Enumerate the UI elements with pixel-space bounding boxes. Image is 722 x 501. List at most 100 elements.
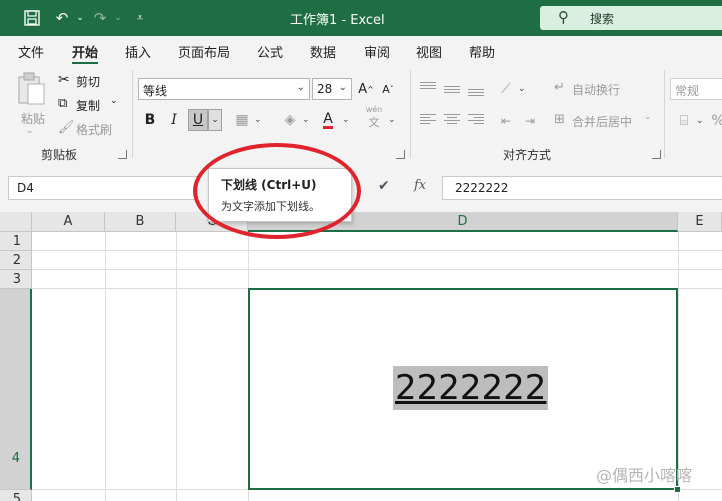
formula-bar: D4 ✔ fx 2222222	[0, 164, 722, 212]
increase-font-size-icon[interactable]: A ^	[356, 78, 376, 100]
font-color-dropdown-icon[interactable]: ⌄	[342, 115, 350, 125]
column-header-b[interactable]: B	[105, 212, 176, 232]
tab-page-layout[interactable]: 页面布局	[178, 42, 230, 61]
tab-view[interactable]: 视图	[416, 42, 442, 61]
paste-label: 粘贴	[21, 112, 46, 126]
underline-dropdown-icon[interactable]: ⌄	[208, 109, 222, 131]
formula-input[interactable]: 2222222	[442, 176, 722, 200]
font-size-select[interactable]: 28 ⌄	[312, 78, 352, 100]
search-label: 搜索	[590, 12, 615, 26]
fill-handle[interactable]	[674, 486, 681, 493]
merge-icon: ⊞	[554, 112, 565, 127]
redo-dropdown-icon[interactable]: ⌄	[108, 8, 128, 28]
paste-button[interactable]: 粘贴 ⌄	[12, 72, 48, 136]
underline-button[interactable]: U	[188, 109, 208, 131]
merge-center-button[interactable]: ⊞ 合并后居中 ⌄	[554, 112, 654, 132]
row-header-3[interactable]: 3	[0, 270, 32, 289]
decrease-font-size-icon[interactable]: Aˇ	[378, 78, 398, 100]
cut-button[interactable]: ✂ 剪切	[56, 72, 116, 90]
font-launcher-icon[interactable]	[396, 150, 405, 159]
name-box[interactable]: D4	[8, 176, 198, 200]
row-header-4[interactable]: 4	[0, 289, 32, 490]
fill-color-dropdown-icon[interactable]: ⌄	[302, 115, 310, 125]
percent-style-icon[interactable]: %	[708, 110, 722, 132]
font-name-value: 等线	[143, 84, 168, 98]
cell-d4-value: 2222222	[393, 366, 549, 410]
grid-line	[32, 269, 722, 270]
save-icon[interactable]	[22, 8, 42, 28]
format-painter-label: 格式刷	[76, 123, 113, 137]
group-divider	[132, 70, 133, 158]
tab-data[interactable]: 数据	[310, 42, 336, 61]
format-painter-button[interactable]: 🖌 格式刷	[56, 120, 122, 138]
merge-center-label: 合并后居中	[572, 115, 633, 129]
number-format-select[interactable]: 常规	[670, 78, 722, 100]
group-divider	[664, 70, 665, 158]
copy-label: 复制	[76, 99, 101, 113]
clipboard-launcher-icon[interactable]	[118, 150, 127, 159]
clipboard-group-label: 剪贴板	[41, 148, 78, 162]
ribbon: 粘贴 ⌄ ✂ 剪切 ⧉ 复制 ⌄ 🖌 格式刷 剪贴板 等线 ⌄ 28 ⌄ A ^ …	[0, 64, 722, 164]
name-box-value: D4	[17, 181, 34, 195]
grid-line	[32, 250, 722, 251]
orientation-icon[interactable]: ⟋	[496, 78, 516, 100]
row-header-5[interactable]: 5	[0, 490, 32, 501]
paintbrush-icon: 🖌	[58, 120, 75, 135]
alignment-group-label: 对齐方式	[503, 148, 552, 162]
font-name-select[interactable]: 等线 ⌄	[138, 78, 310, 100]
tab-review[interactable]: 审阅	[364, 42, 390, 61]
align-left-icon[interactable]	[420, 114, 436, 126]
align-middle-icon[interactable]	[444, 86, 460, 98]
chevron-down-icon: ⌄	[296, 82, 305, 93]
italic-button[interactable]: I	[164, 109, 184, 131]
align-right-icon[interactable]	[468, 114, 484, 126]
tab-file[interactable]: 文件	[18, 42, 44, 61]
align-bottom-icon[interactable]	[468, 89, 484, 101]
search-box[interactable]: ⚲ 搜索	[540, 6, 722, 30]
undo-dropdown-icon[interactable]: ⌄	[70, 8, 90, 28]
ribbon-tabs: 文件 开始 插入 页面布局 公式 数据 审阅 视图 帮助	[0, 36, 722, 65]
enter-check-icon[interactable]: ✔	[378, 178, 390, 194]
redo-icon[interactable]: ↷	[90, 8, 110, 28]
chevron-down-icon: ⌄	[338, 82, 347, 93]
align-center-icon[interactable]	[444, 114, 460, 126]
select-all-corner[interactable]	[0, 212, 32, 232]
undo-icon[interactable]: ↶	[52, 8, 72, 28]
customize-toolbar-icon[interactable]: ⩡	[130, 8, 150, 28]
bold-button[interactable]: B	[140, 109, 160, 131]
phonetic-dropdown-icon[interactable]: ⌄	[388, 115, 396, 125]
copy-button[interactable]: ⧉ 复制 ⌄	[56, 96, 122, 114]
column-header-a[interactable]: A	[32, 212, 105, 232]
tab-insert[interactable]: 插入	[125, 42, 151, 61]
align-top-icon[interactable]	[420, 82, 436, 94]
accounting-format-icon[interactable]: ⌸	[674, 110, 694, 132]
insert-function-icon[interactable]: fx	[414, 178, 426, 193]
tab-formulas[interactable]: 公式	[257, 42, 283, 61]
orientation-dropdown-icon[interactable]: ⌄	[518, 84, 526, 94]
font-size-value: 28	[317, 82, 333, 96]
wrap-text-label: 自动换行	[572, 83, 621, 97]
tab-home[interactable]: 开始	[72, 42, 98, 61]
column-header-e[interactable]: E	[678, 212, 722, 232]
decrease-indent-icon[interactable]: ⇤	[496, 110, 516, 132]
cut-label: 剪切	[76, 75, 101, 89]
grid-line	[105, 232, 106, 501]
increase-indent-icon[interactable]: ⇥	[520, 110, 540, 132]
scissors-icon: ✂	[58, 72, 70, 88]
row-header-1[interactable]: 1	[0, 232, 32, 251]
alignment-launcher-icon[interactable]	[652, 150, 661, 159]
fill-color-icon[interactable]: ◈	[280, 109, 300, 131]
wrap-text-button[interactable]: ↵ 自动换行	[554, 80, 634, 100]
phonetic-guide-icon[interactable]: wén 文	[364, 104, 384, 129]
pinyin-label: wén	[365, 104, 383, 114]
active-cell-d4[interactable]: 2222222	[248, 288, 678, 490]
font-color-icon[interactable]: A	[318, 109, 338, 131]
borders-icon[interactable]: ▦	[232, 109, 252, 131]
watermark: @偶西小喀喀	[596, 466, 693, 485]
row-header-2[interactable]: 2	[0, 251, 32, 270]
group-divider	[410, 70, 411, 158]
borders-dropdown-icon[interactable]: ⌄	[254, 115, 262, 125]
tab-help[interactable]: 帮助	[469, 42, 495, 61]
grid-line	[176, 232, 177, 501]
accounting-dropdown-icon[interactable]: ⌄	[696, 116, 704, 126]
